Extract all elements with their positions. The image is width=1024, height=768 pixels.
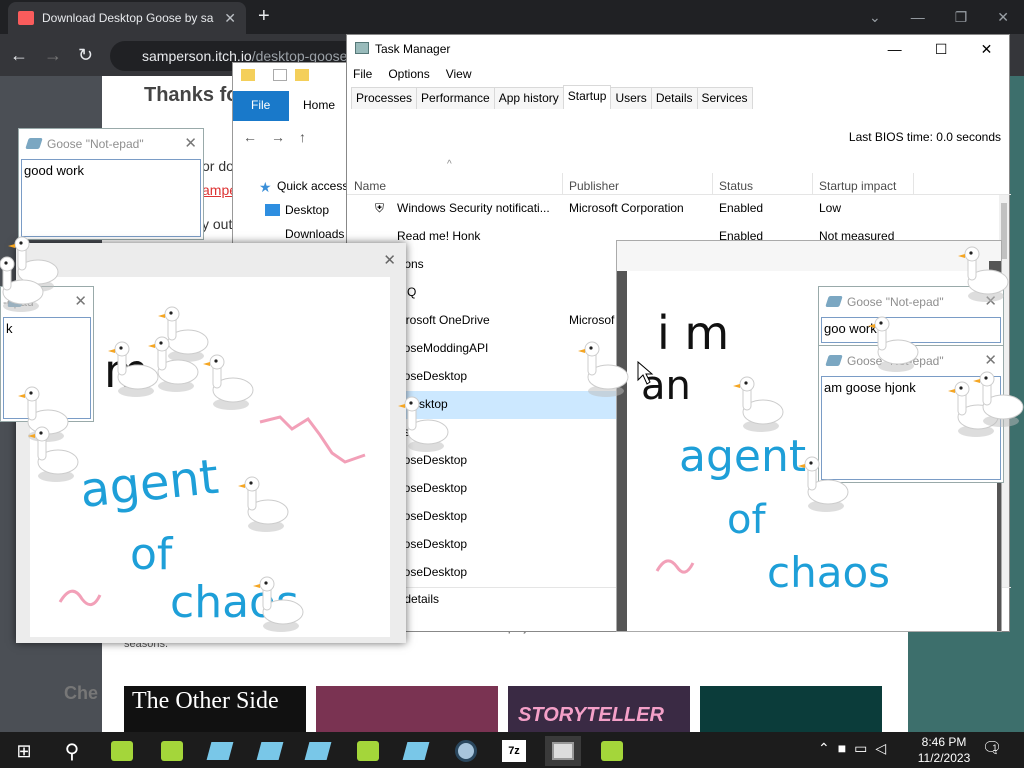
taskbar-app[interactable] xyxy=(448,736,484,766)
taskbar-app[interactable] xyxy=(300,736,336,766)
taskbar-app[interactable]: 7z xyxy=(496,736,532,766)
notification-count: 1 xyxy=(992,743,998,753)
search-icon: ⚲ xyxy=(64,740,80,763)
notepad-app-icon xyxy=(256,742,284,760)
search-button[interactable]: ⚲ xyxy=(54,736,90,766)
goose-app-icon xyxy=(161,741,183,761)
start-button[interactable]: ⊞ xyxy=(6,736,42,766)
taskbar: ⊞ ⚲ 7z ⌃■▭◁ 8:46 PM 11/2/2023 🗨1 xyxy=(0,732,1024,768)
clock[interactable]: 8:46 PM 11/2/2023 xyxy=(914,734,974,766)
notepad-app-icon xyxy=(402,742,430,760)
taskbar-app[interactable] xyxy=(398,736,434,766)
taskbar-app[interactable] xyxy=(202,736,238,766)
system-tray[interactable]: ⌃■▭◁ xyxy=(818,740,894,757)
windows-logo-icon: ⊞ xyxy=(16,740,32,761)
taskbar-app[interactable] xyxy=(350,736,386,766)
7zip-icon: 7z xyxy=(502,740,526,762)
goose-app-icon xyxy=(111,741,133,761)
clock-date: 11/2/2023 xyxy=(917,751,971,765)
taskbar-app[interactable] xyxy=(104,736,140,766)
taskbar-app[interactable] xyxy=(154,736,190,766)
task-manager-icon xyxy=(552,742,574,760)
goose-app-icon xyxy=(601,741,623,761)
taskbar-app[interactable] xyxy=(594,736,630,766)
taskbar-app[interactable] xyxy=(545,736,581,766)
clock-time: 8:46 PM xyxy=(921,735,967,749)
mouse-cursor-icon xyxy=(637,360,654,385)
notepad-app-icon xyxy=(206,742,234,760)
goose-app-icon xyxy=(357,741,379,761)
notification-center-icon[interactable]: 🗨1 xyxy=(982,738,1007,758)
notepad-app-icon xyxy=(304,742,332,760)
steam-icon xyxy=(455,740,477,762)
taskbar-app[interactable] xyxy=(252,736,288,766)
